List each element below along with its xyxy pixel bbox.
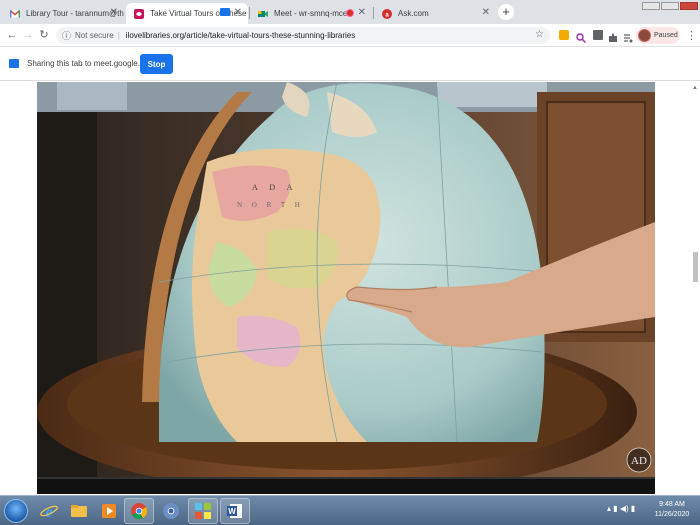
sharing-message: Sharing this tab to meet.google.com xyxy=(27,59,156,68)
tab-divider xyxy=(373,7,374,19)
globe-video-frame: A D A N O R T H AD xyxy=(37,82,655,494)
media-player-icon[interactable] xyxy=(94,498,124,524)
chrome-icon[interactable] xyxy=(124,498,154,524)
document-extension-icon[interactable] xyxy=(593,30,603,40)
video-watermark: AD xyxy=(631,455,647,467)
window-close-button[interactable] xyxy=(680,2,698,10)
close-icon[interactable]: ✕ xyxy=(358,7,366,18)
tab-gmail[interactable]: Library Tour - tarannum@theint ✕ xyxy=(2,3,124,24)
tab-label: Ask.com xyxy=(398,9,429,18)
tab-strip: Library Tour - tarannum@theint ✕ Take Vi… xyxy=(0,0,700,24)
sharing-tab-icon xyxy=(220,8,230,16)
profile-paused-button[interactable]: Paused xyxy=(636,27,680,44)
search-extension-icon[interactable] xyxy=(576,30,586,43)
globe-label: A D A xyxy=(252,183,297,192)
screen: Library Tour - tarannum@theint ✕ Take Vi… xyxy=(0,0,700,525)
media-control-icon[interactable] xyxy=(623,30,633,43)
more-menu-icon[interactable]: ⋮ xyxy=(686,29,697,42)
page-content: ▲ A D A N O R T H AD xyxy=(0,82,700,495)
back-arrow-icon[interactable]: ← xyxy=(5,29,19,41)
tab-ask[interactable]: a Ask.com ✕ xyxy=(374,3,496,24)
maximize-button[interactable] xyxy=(661,2,679,10)
clock-time: 9:48 AM xyxy=(659,501,685,508)
avatar xyxy=(638,29,651,42)
internet-explorer-icon[interactable]: e xyxy=(34,498,64,524)
globe-label: N O R T H xyxy=(237,201,304,209)
puzzle-icon[interactable] xyxy=(608,30,618,42)
svg-text:W: W xyxy=(228,507,236,516)
bookmark-star-icon[interactable]: ☆ xyxy=(535,29,544,40)
security-label: Not secure xyxy=(75,31,114,40)
close-icon[interactable]: ✕ xyxy=(234,7,242,18)
word-icon[interactable]: W xyxy=(220,498,250,524)
tab-ilovelibraries[interactable]: Take Virtual Tours of These S ✕ xyxy=(126,3,248,24)
google-meet-icon xyxy=(258,9,268,19)
ask-icon: a xyxy=(382,8,392,19)
tab-divider xyxy=(249,7,250,19)
url-text[interactable]: ilovelibraries.org/article/take-virtual-… xyxy=(126,31,355,40)
close-icon[interactable]: ✕ xyxy=(110,7,118,18)
system-tray-icons[interactable]: ▴ ▮ ◀) ▮ xyxy=(607,504,635,513)
video-player[interactable]: A D A N O R T H AD xyxy=(37,82,655,494)
screen-share-icon xyxy=(9,59,19,68)
profile-status: Paused xyxy=(654,32,678,39)
file-explorer-icon[interactable] xyxy=(64,498,94,524)
close-icon[interactable]: ✕ xyxy=(482,7,490,18)
tab-label: Meet - wr-smnq-mce xyxy=(274,9,348,18)
scroll-up-arrow-icon[interactable]: ▲ xyxy=(692,85,698,91)
recording-icon xyxy=(346,9,354,17)
windows-taskbar: e W ▴ ▮ ◀) ▮ 9:48 AM 11/26/2020 xyxy=(0,495,700,525)
ilovelibraries-icon xyxy=(134,8,144,19)
apps-icon[interactable] xyxy=(188,498,218,524)
gmail-icon xyxy=(9,9,21,19)
reload-icon[interactable]: ↻ xyxy=(37,29,51,41)
address-bar[interactable]: ⓘ Not secure | ilovelibraries.org/articl… xyxy=(56,27,550,44)
chrome-canary-icon[interactable] xyxy=(156,498,186,524)
browser-toolbar: ← → ↻ ⓘ Not secure | ilovelibraries.org/… xyxy=(0,24,700,47)
tab-sharing-infobar: Sharing this tab to meet.google.com Stop xyxy=(0,48,700,81)
address-divider: | xyxy=(117,31,120,40)
clock[interactable]: 9:48 AM 11/26/2020 xyxy=(652,500,692,520)
extension-icon[interactable] xyxy=(559,30,569,40)
stop-sharing-button[interactable]: Stop xyxy=(140,54,173,74)
minimize-button[interactable] xyxy=(642,2,660,10)
tab-google-meet[interactable]: Meet - wr-smnq-mce ✕ xyxy=(250,3,372,24)
start-button[interactable] xyxy=(4,499,28,523)
forward-arrow-icon[interactable]: → xyxy=(21,29,35,41)
clock-date: 11/26/2020 xyxy=(654,511,690,518)
info-icon[interactable]: ⓘ xyxy=(62,29,71,42)
new-tab-button[interactable]: + xyxy=(498,4,514,20)
scrollbar-thumb[interactable] xyxy=(693,252,698,282)
